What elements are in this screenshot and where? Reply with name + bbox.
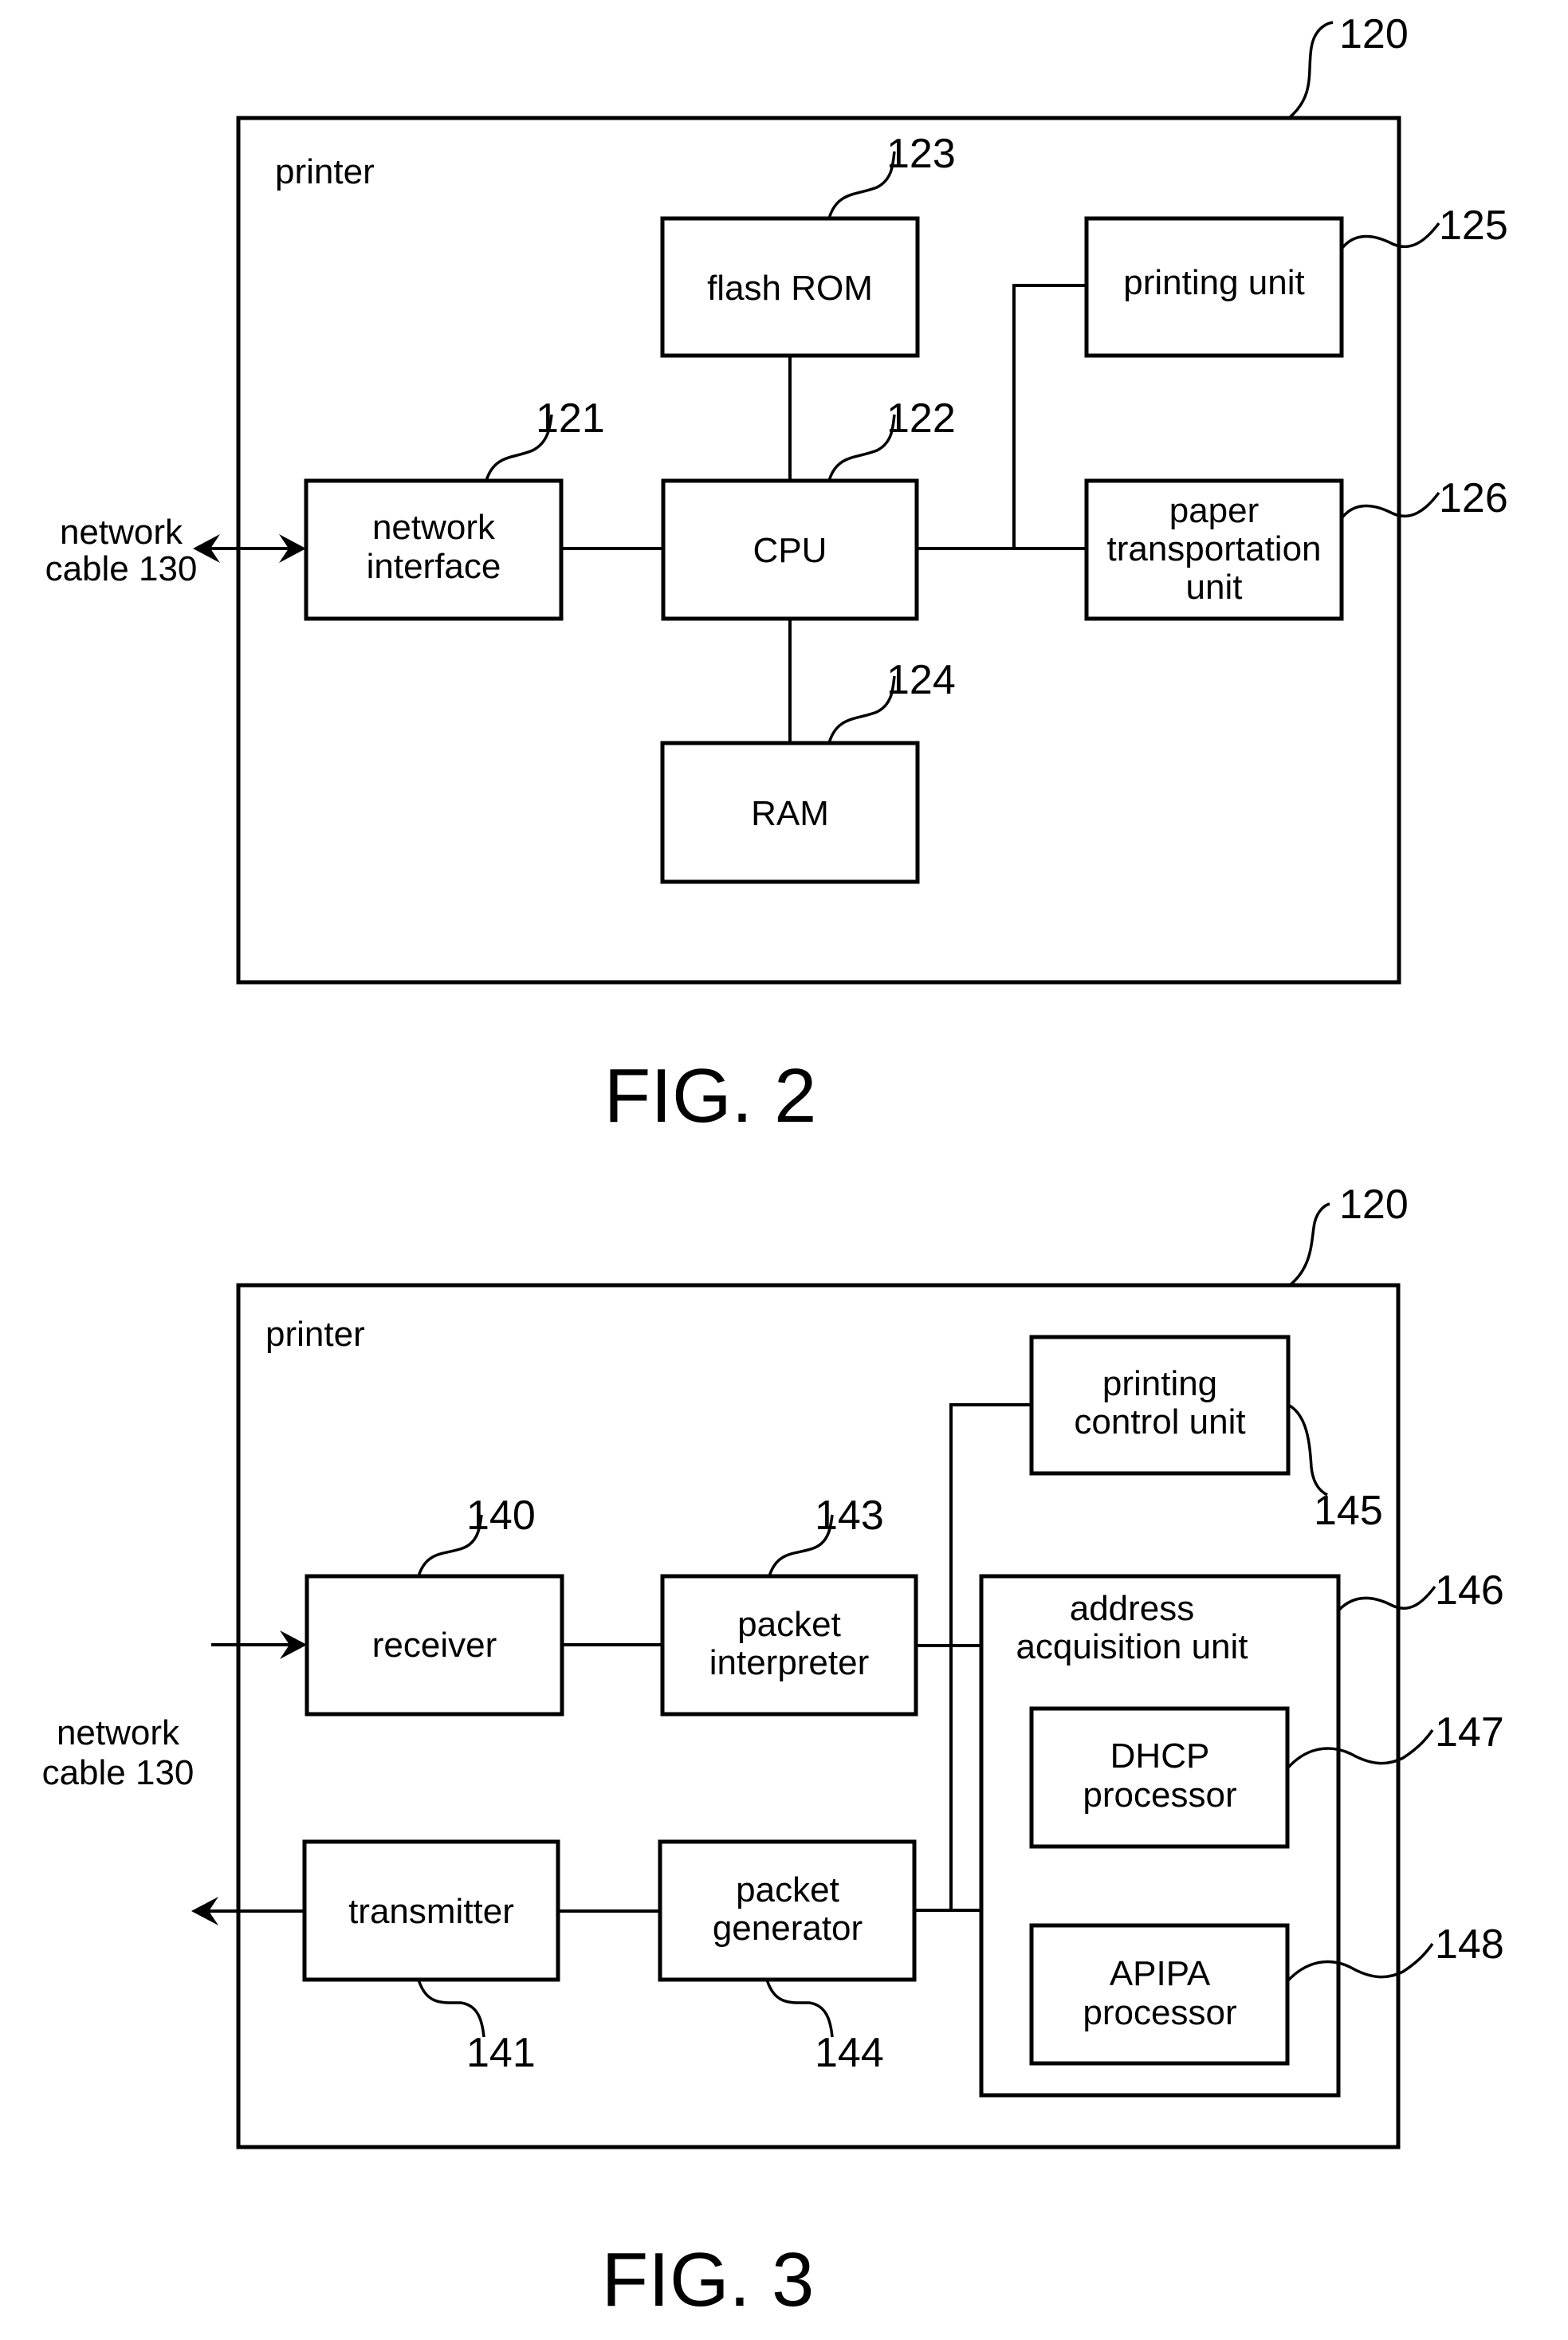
block-label-line2: acquisition unit [1016,1627,1248,1666]
leader-147 [1286,1728,1434,1770]
block-apipa-processor: APIPA processor 148 [1029,1921,1504,2066]
leader-120 [1287,21,1334,120]
block-label-line1: APIPA [1110,1954,1211,1993]
block-printing-unit: printing unit 125 [1084,203,1508,358]
ref-144: 144 [815,2030,884,2076]
leader-145 [1287,1403,1328,1496]
ref-126: 126 [1439,475,1508,521]
ref-140: 140 [466,1492,536,1539]
figure-caption: FIG. 3 [602,2237,815,2322]
block-label-line1: DHCP [1110,1736,1210,1776]
block-printing-control-unit: printing control unit 145 [1029,1335,1383,1534]
leader-120 [1288,1202,1330,1287]
figure-caption: FIG. 2 [604,1053,817,1139]
block-paper-transportation-unit: paper transportation unit 126 [1084,475,1508,621]
leader-148 [1286,1942,1434,1983]
figure-2: printer 120 flash ROM 123 printing unit … [45,11,1508,1139]
ref-124: 124 [886,657,956,703]
ref-146: 146 [1435,1567,1504,1614]
block-packet-generator: packet generator 144 [658,1839,917,2076]
leader-126 [1340,491,1440,520]
ref-120: 120 [1339,11,1409,57]
figure-3: printer 120 printing control unit 145 re… [42,1182,1504,2322]
block-transmitter: transmitter 141 [302,1839,560,2076]
wire-cpu-printing-unit [1012,284,1087,549]
ref-125: 125 [1439,203,1508,249]
network-cable-label-line1: network [60,513,183,552]
block-label-line1: printing [1102,1364,1217,1403]
block-label: transmitter [348,1892,514,1931]
ref-143: 143 [815,1492,884,1539]
block-label-line3: unit [1186,568,1243,607]
block-label-line1: network [372,508,496,547]
block-label-line1: packet [736,1870,839,1909]
block-label-line1: packet [737,1605,841,1644]
leader-141 [417,1979,485,2038]
ref-123: 123 [886,131,956,177]
container-title: printer [275,152,375,191]
block-label-line2: interface [367,547,501,586]
leader-123 [827,151,896,219]
ref-145: 145 [1314,1488,1383,1534]
block-label-line2: generator [713,1909,863,1948]
block-label-line2: processor [1083,1993,1236,2032]
block-address-acquisition-unit: address acquisition unit 146 DHCP proces… [979,1567,1504,2098]
block-receiver: receiver 140 [305,1492,564,1717]
block-network-interface: network interface 121 [304,395,605,621]
leader-146 [1337,1585,1436,1612]
leader-125 [1340,222,1440,250]
patent-figures: printer 120 flash ROM 123 printing unit … [42,11,1508,2322]
block-flash-rom: flash ROM 123 [660,131,956,358]
ref-141: 141 [466,2030,536,2076]
block-label-line2: interpreter [709,1643,870,1682]
ref-147: 147 [1435,1709,1504,1756]
block-label-line2: transportation [1106,529,1321,568]
block-label-line2: processor [1083,1776,1236,1815]
block-label: CPU [753,531,827,570]
network-cable-label-line2: cable 130 [42,1753,195,1792]
ref-120: 120 [1339,1182,1409,1228]
block-label: printing unit [1123,263,1304,302]
leader-124 [827,675,896,744]
block-label: flash ROM [707,269,873,308]
block-ram: RAM 124 [660,657,956,884]
block-label-line1: paper [1169,491,1260,530]
ref-148: 148 [1435,1921,1504,1968]
ref-122: 122 [886,395,956,442]
block-label: RAM [751,794,829,833]
leader-144 [765,1979,834,2038]
container-title: printer [265,1315,365,1354]
block-cpu: CPU 122 [661,395,956,621]
block-packet-interpreter: packet interpreter 143 [660,1492,918,1717]
block-label-line2: control unit [1074,1402,1245,1441]
network-cable-label-line1: network [57,1713,180,1752]
block-label: receiver [372,1626,497,1665]
block-label-line1: address [1070,1589,1195,1628]
ref-121: 121 [536,395,605,442]
network-cable-label-line2: cable 130 [45,549,198,588]
block-dhcp-processor: DHCP processor 147 [1029,1706,1504,1849]
leader-122 [827,414,896,482]
